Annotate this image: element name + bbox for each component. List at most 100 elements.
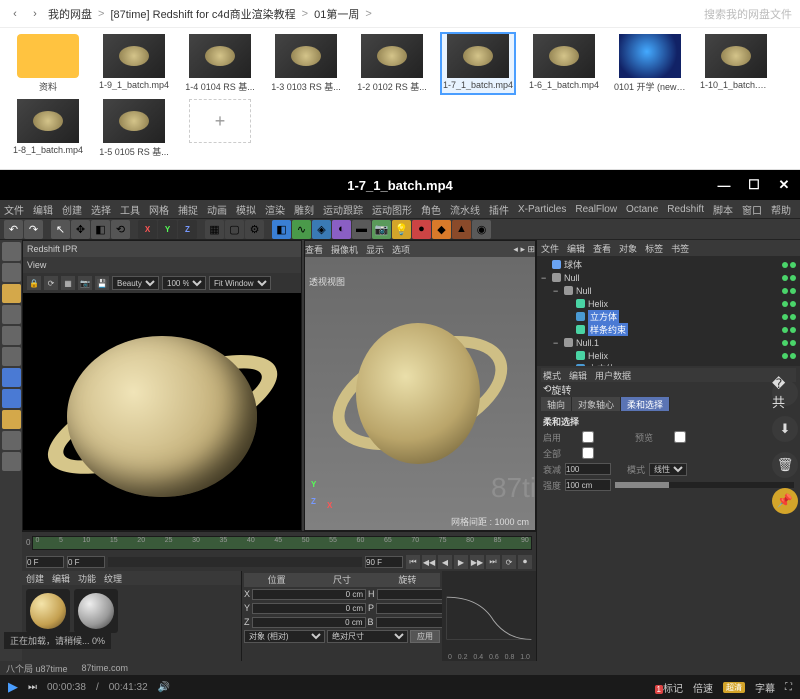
tag-icon[interactable]: ◆ [432,220,451,239]
menu-15[interactable]: 插件 [489,202,509,217]
menu-20[interactable]: 脚本 [713,202,733,217]
vp-menu-view[interactable]: 查看 [305,243,323,256]
coord-pos[interactable] [252,603,366,614]
material-2[interactable] [74,589,118,633]
file-item[interactable]: 资料 [12,34,84,93]
tree-item[interactable]: 球体 [541,258,796,271]
timeline-scrub[interactable] [108,557,362,567]
attr-menu-edit[interactable]: 编辑 [569,369,587,382]
ipr-view-menu[interactable]: View [27,260,46,270]
ipr-render-view[interactable] [23,293,301,530]
vp-menu-options[interactable]: 选项 [392,243,410,256]
playback-btn-4[interactable]: ▶▶ [470,555,484,569]
axis-x[interactable]: X [138,220,157,239]
spline-icon[interactable]: ∿ [292,220,311,239]
menu-1[interactable]: 编辑 [33,202,53,217]
ipr-bucket-icon[interactable]: ▦ [61,276,75,290]
redshift-icon[interactable]: ● [412,220,431,239]
file-item[interactable]: 1-3 0103 RS 基... [270,34,342,93]
edge-mode-icon[interactable] [2,326,21,345]
menu-10[interactable]: 雕刻 [294,202,314,217]
quality-button[interactable]: 超清 [723,682,745,693]
attr-menu-mode[interactable]: 模式 [543,369,561,382]
attr-preview-check[interactable] [657,431,703,443]
timeline-track[interactable]: 051015202530354045505560657075808590 [32,536,532,550]
ipr-fit-select[interactable]: Fit Window [209,276,271,290]
search-placeholder[interactable]: 搜索我的网盘文件 [704,6,792,22]
axis-z[interactable]: Z [178,220,197,239]
tree-item[interactable]: Helix [541,297,796,310]
nav-forward[interactable]: › [28,7,42,21]
playback-btn-1[interactable]: ◀◀ [422,555,436,569]
next-button[interactable]: ⏭ [28,682,37,693]
marker-button[interactable]: 1标记 [655,680,683,695]
menu-14[interactable]: 流水线 [450,202,480,217]
tree-item[interactable]: 样条约束 [541,323,796,336]
snap-icon[interactable] [2,389,21,408]
ipr-lock-icon[interactable]: 🔒 [27,276,41,290]
attr-mode-select[interactable]: 线性 [649,463,687,476]
attr-menu-ud[interactable]: 用户数据 [595,369,631,382]
coord-pos[interactable] [252,589,366,600]
file-item[interactable]: 1-5 0105 RS 基... [98,99,170,158]
menu-3[interactable]: 选择 [91,202,111,217]
scale-tool[interactable]: ◧ [91,220,110,239]
menu-9[interactable]: 渲染 [265,202,285,217]
tree-item[interactable]: −Null [541,271,796,284]
playback-btn-3[interactable]: ▶ [454,555,468,569]
obj-menu-view[interactable]: 查看 [593,242,611,255]
mat-menu-edit[interactable]: 编辑 [52,572,70,585]
win-max[interactable]: ☐ [744,175,764,195]
obj-menu-edit[interactable]: 编辑 [567,242,585,255]
ipr-aov-select[interactable]: Beauty [112,276,159,290]
attr-radius-input[interactable] [565,463,611,475]
menu-8[interactable]: 模拟 [236,202,256,217]
move-tool[interactable]: ✥ [71,220,90,239]
obj-menu-bm[interactable]: 书签 [671,242,689,255]
workplane-icon[interactable] [2,410,21,429]
menu-16[interactable]: X-Particles [518,204,566,215]
rotate-tool[interactable]: ⟲ [111,220,130,239]
menu-12[interactable]: 运动图形 [372,202,412,217]
volume-icon[interactable]: 🔊 [158,682,170,693]
nav-back[interactable]: ‹ [8,7,22,21]
menu-2[interactable]: 创建 [62,202,82,217]
playback-btn-7[interactable]: ⏺ [518,555,532,569]
share-icon[interactable]: �共 [772,380,798,406]
menu-5[interactable]: 网格 [149,202,169,217]
vp-menu-camera[interactable]: 摄像机 [331,243,358,256]
menu-6[interactable]: 捕捉 [178,202,198,217]
tree-item[interactable]: 立方体 [541,310,796,323]
material-1[interactable] [26,589,70,633]
render-region-icon[interactable]: ▢ [225,220,244,239]
menu-22[interactable]: 帮助 [771,202,791,217]
obj-menu-obj[interactable]: 对象 [619,242,637,255]
redo-icon[interactable]: ↷ [24,220,43,239]
win-close[interactable]: ✕ [774,175,794,195]
effector-icon[interactable]: ◉ [472,220,491,239]
pin-icon[interactable]: 📌 [772,488,798,514]
tree-item[interactable]: Helix [541,349,796,362]
file-item[interactable]: 1-9_1_batch.mp4 [98,34,170,93]
mograph-icon[interactable]: ▲ [452,220,471,239]
menu-18[interactable]: Octane [626,204,658,215]
undo-icon[interactable]: ↶ [4,220,23,239]
add-file-button[interactable]: + [184,99,256,158]
menu-17[interactable]: RealFlow [575,204,617,215]
locked-icon[interactable] [2,431,21,450]
mat-menu-tex[interactable]: 纹理 [104,572,122,585]
delete-icon[interactable]: 🗑 [772,452,798,478]
menu-19[interactable]: Redshift [667,204,704,215]
file-item[interactable]: 1-4 0104 RS 基... [184,34,256,93]
crumb-1[interactable]: [87time] Redshift for c4d商业渲染教程 [110,6,295,22]
file-item[interactable]: 1-6_1_batch.mp4 [528,34,600,93]
render-settings-icon[interactable]: ⚙ [245,220,264,239]
menu-11[interactable]: 运动跟踪 [323,202,363,217]
mat-menu-create[interactable]: 创建 [26,572,44,585]
playback-btn-0[interactable]: ⏮ [406,555,420,569]
attr-tab-softsel[interactable]: 柔和选择 [621,397,670,411]
playback-btn-2[interactable]: ◀ [438,555,452,569]
axis-mode-icon[interactable] [2,368,21,387]
floor-icon[interactable]: ▬ [352,220,371,239]
generator-icon[interactable]: ◈ [312,220,331,239]
